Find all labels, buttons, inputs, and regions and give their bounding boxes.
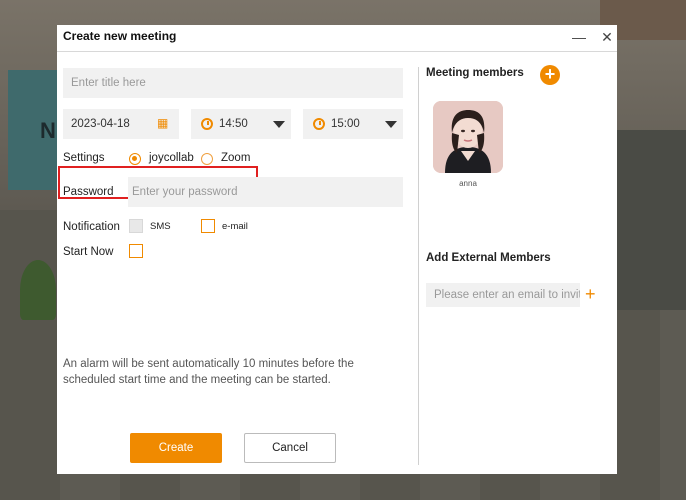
clock-icon: [313, 118, 325, 130]
radio-unselected-icon: [201, 153, 213, 165]
alarm-note: An alarm will be sent automatically 10 m…: [63, 358, 354, 386]
date-picker[interactable]: 2023-04-18 ▦: [63, 109, 179, 139]
start-time-select[interactable]: 14:50: [191, 109, 291, 139]
dialog-titlebar: Create new meeting — ✕: [57, 25, 617, 52]
cancel-button[interactable]: Cancel: [244, 433, 336, 463]
background-shelf: [616, 130, 686, 310]
end-time-value: 15:00: [331, 118, 360, 130]
password-label: Password: [63, 186, 114, 198]
sms-label: SMS: [150, 221, 171, 232]
email-checkbox[interactable]: [201, 219, 215, 233]
chevron-down-icon: [273, 121, 285, 128]
chevron-down-icon: [385, 121, 397, 128]
external-members-title: Add External Members: [426, 252, 551, 264]
email-label: e-mail: [222, 221, 248, 232]
external-email-placeholder: Please enter an email to invite: [434, 289, 580, 301]
sms-checkbox[interactable]: [129, 219, 143, 233]
start-time-value: 14:50: [219, 118, 248, 130]
password-input[interactable]: Enter your password: [128, 177, 403, 207]
member-photo: [433, 101, 503, 173]
calendar-icon: ▦: [157, 116, 169, 130]
settings-label: Settings: [63, 152, 105, 164]
avatar[interactable]: [433, 101, 503, 173]
date-value: 2023-04-18: [71, 118, 130, 130]
plus-icon[interactable]: +: [585, 283, 596, 305]
minimize-icon[interactable]: —: [569, 27, 589, 47]
start-now-label: Start Now: [63, 246, 114, 258]
clock-icon: [201, 118, 213, 130]
create-meeting-dialog: Create new meeting — ✕ Enter title here …: [57, 25, 617, 474]
password-placeholder: Enter your password: [132, 186, 238, 198]
radio-joycollab-label: joycollab: [149, 152, 194, 164]
notification-label: Notification: [63, 221, 120, 233]
background-plant: [20, 260, 56, 320]
end-time-select[interactable]: 15:00: [303, 109, 403, 139]
title-input[interactable]: Enter title here: [63, 68, 403, 98]
member-name: anna: [459, 179, 477, 188]
create-button[interactable]: Create: [130, 433, 222, 463]
meeting-members-title: Meeting members: [426, 67, 524, 79]
radio-selected-icon: [129, 153, 141, 165]
plus-circle-icon[interactable]: +: [540, 65, 560, 85]
column-divider: [418, 67, 419, 465]
radio-zoom-label: Zoom: [221, 152, 251, 164]
background-sign-letter: N: [40, 118, 56, 143]
external-email-input[interactable]: Please enter an email to invite: [426, 283, 580, 307]
close-icon[interactable]: ✕: [597, 27, 617, 47]
title-input-placeholder: Enter title here: [71, 77, 146, 89]
dialog-title: Create new meeting: [63, 29, 177, 43]
start-now-checkbox[interactable]: [129, 244, 143, 258]
